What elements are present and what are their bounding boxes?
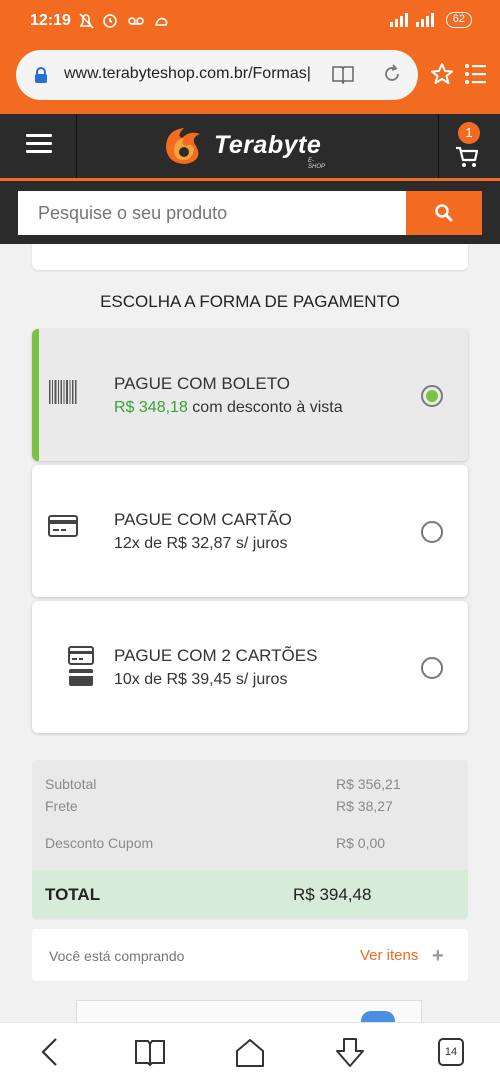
total-value: R$ 394,48 — [293, 885, 372, 904]
search-button[interactable] — [406, 191, 482, 235]
search-icon — [435, 204, 453, 222]
expand-plus-icon[interactable]: + — [432, 945, 444, 968]
logo-text: Terabyte — [214, 130, 322, 159]
subtotal-value: R$ 356,21 — [336, 776, 401, 792]
cart-icon[interactable] — [455, 146, 479, 168]
notification-icons — [78, 11, 178, 35]
credit-card-icon — [48, 515, 78, 537]
payment-option-cartao[interactable]: PAGUE COM CARTÃO 12x de R$ 32,87 s/ juro… — [32, 465, 468, 597]
tabs-count-icon[interactable]: 14 — [438, 1038, 464, 1066]
radio-selected[interactable] — [421, 385, 443, 407]
browser-topbar: 12:19 62 www.terabyteshop.com.br/Formas| — [0, 0, 500, 114]
header-accent-line — [0, 178, 500, 181]
reader-mode-icon[interactable] — [332, 64, 354, 84]
payment-option-subtitle: 10x de R$ 39,45 s/ juros — [114, 671, 288, 688]
cupom-label: Desconto Cupom — [45, 835, 154, 851]
previous-card — [32, 244, 468, 270]
boleto-price: R$ 348,18 — [114, 399, 188, 416]
payment-option-title: PAGUE COM BOLETO — [114, 374, 291, 393]
radio-unselected[interactable] — [421, 657, 443, 679]
bookmarks-book-icon[interactable] — [134, 1037, 166, 1067]
search-input[interactable] — [38, 203, 398, 224]
cupom-row: Desconto Cupom R$ 0,00 — [45, 835, 455, 851]
site-logo[interactable]: Terabyte E-SHOP — [160, 122, 325, 170]
boleto-discount-text: com desconto à vista — [192, 399, 343, 416]
buying-label: Você está comprando — [49, 948, 185, 964]
payment-section-title: ESCOLHA A FORMA DE PAGAMENTO — [100, 292, 400, 311]
reload-icon[interactable] — [382, 64, 402, 84]
selected-accent-bar — [32, 329, 39, 461]
cart-count-badge: 1 — [458, 122, 480, 144]
cupom-value: R$ 0,00 — [336, 835, 386, 851]
hamburger-menu-icon[interactable] — [26, 134, 52, 154]
total-row: TOTAL R$ 394,48 — [32, 870, 468, 918]
logo-subtext: E-SHOP — [308, 158, 326, 170]
frete-row: Frete R$ 38,27 — [45, 798, 455, 814]
radio-unselected[interactable] — [421, 521, 443, 543]
payment-option-subtitle: 12x de R$ 32,87 s/ juros — [114, 535, 288, 552]
browser-bottom-nav: 14 — [0, 1022, 500, 1082]
frete-label: Frete — [45, 798, 78, 814]
battery-icon: 62 — [445, 12, 472, 28]
buying-items-row[interactable]: Você está comprando Ver itens + — [32, 929, 468, 981]
subtotal-row: Subtotal R$ 356,21 — [45, 776, 455, 792]
site-header: Terabyte E-SHOP 1 — [0, 114, 500, 244]
payment-option-title: PAGUE COM 2 CARTÕES — [114, 646, 318, 665]
payment-option-title: PAGUE COM CARTÃO — [114, 510, 292, 529]
signal-icon — [389, 13, 434, 27]
url-text[interactable]: www.terabyteshop.com.br/Formas| — [64, 65, 324, 83]
total-label: TOTAL — [45, 885, 101, 904]
address-bar[interactable]: www.terabyteshop.com.br/Formas| — [16, 50, 418, 100]
home-icon[interactable] — [234, 1037, 266, 1069]
payment-option-2-cartoes[interactable]: PAGUE COM 2 CARTÕES 10x de R$ 39,45 s/ j… — [32, 601, 468, 733]
bookmark-star-icon[interactable] — [430, 62, 454, 86]
status-right: 62 — [388, 12, 472, 28]
divider — [438, 114, 439, 178]
divider — [76, 114, 77, 178]
payment-option-boleto[interactable]: PAGUE COM BOLETO R$ 348,18 com desconto … — [32, 329, 468, 461]
subtotal-label: Subtotal — [45, 776, 97, 792]
flame-logo-icon — [166, 128, 200, 164]
two-cards-icon — [68, 646, 94, 686]
frete-value: R$ 38,27 — [336, 798, 393, 814]
back-icon[interactable] — [38, 1037, 62, 1067]
status-time: 12:19 — [30, 12, 71, 29]
lock-icon — [35, 67, 47, 83]
order-summary: Subtotal R$ 356,21 Frete R$ 38,27 Descon… — [32, 760, 468, 920]
view-items-link[interactable]: Ver itens — [360, 947, 418, 964]
search-box[interactable] — [18, 191, 406, 235]
download-icon[interactable] — [334, 1037, 366, 1069]
browser-menu-icon[interactable] — [464, 62, 488, 86]
status-bar: 12:19 62 — [0, 0, 500, 44]
barcode-icon — [49, 380, 77, 404]
status-notification-icons — [79, 13, 168, 29]
payment-option-subtitle: R$ 348,18 com desconto à vista — [114, 399, 343, 417]
